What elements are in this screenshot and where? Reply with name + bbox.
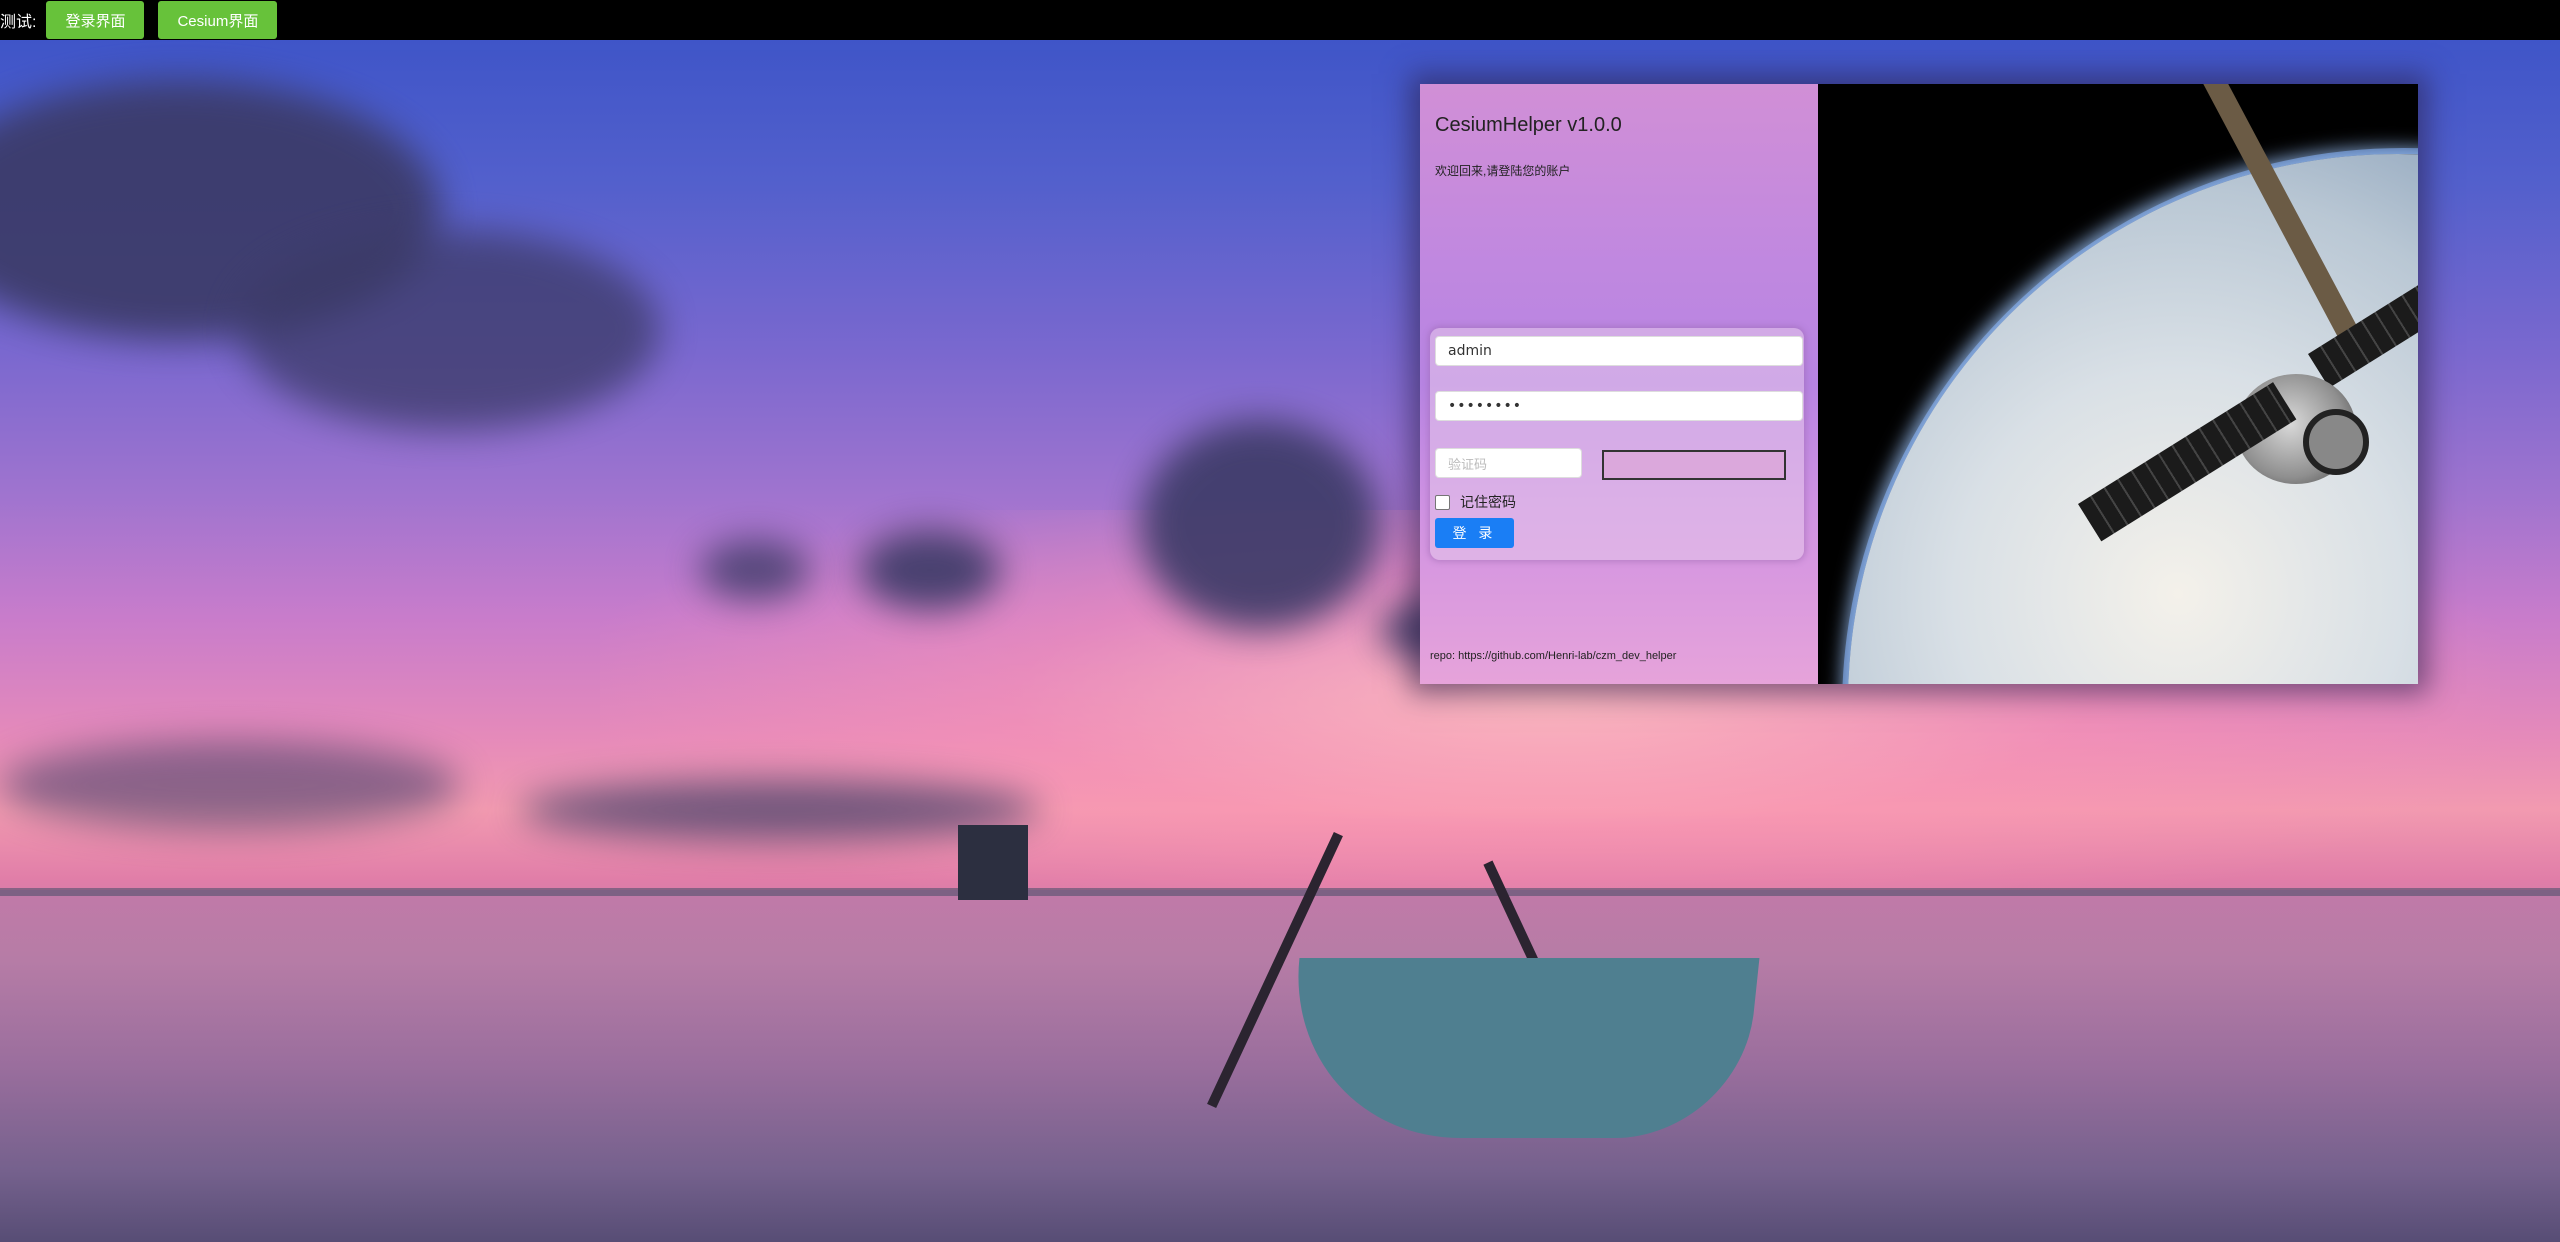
remember-password[interactable]: 记住密码: [1435, 492, 1516, 512]
cloud: [860, 530, 1000, 610]
login-card: CesiumHelper v1.0.0 欢迎回来,请登陆您的账户 admin •…: [1420, 84, 2418, 684]
cloud: [240, 230, 660, 430]
login-form: admin •••••••• 验证码 记住密码 登 录: [1430, 328, 1804, 560]
app-title: CesiumHelper v1.0.0: [1435, 114, 1622, 136]
password-input[interactable]: ••••••••: [1435, 391, 1803, 421]
stilt-hut: [958, 825, 1028, 900]
test-label: 测试:: [0, 14, 37, 31]
cloud: [0, 740, 460, 830]
test-toolbar: 测试: 登录界面 Cesium界面: [0, 0, 2560, 40]
cloud: [1140, 420, 1380, 630]
horizon-line: [0, 888, 2560, 896]
login-panel: CesiumHelper v1.0.0 欢迎回来,请登陆您的账户 admin •…: [1420, 84, 1818, 684]
welcome-text: 欢迎回来,请登陆您的账户: [1435, 164, 1571, 178]
login-button[interactable]: 登 录: [1435, 518, 1514, 548]
docking-port: [2303, 409, 2369, 475]
captcha-input[interactable]: 验证码: [1435, 448, 1582, 478]
cloud: [700, 540, 810, 600]
captcha-image[interactable]: [1602, 450, 1786, 480]
login-page-button[interactable]: 登录界面: [46, 1, 145, 39]
remember-label: 记住密码: [1460, 494, 1516, 510]
cesium-page-button[interactable]: Cesium界面: [158, 1, 278, 39]
water: [0, 890, 2560, 1242]
username-input[interactable]: admin: [1435, 336, 1803, 366]
remember-checkbox[interactable]: [1435, 494, 1450, 510]
repo-link[interactable]: repo: https://github.com/Henri-lab/czm_d…: [1430, 650, 1676, 662]
satellite-image: [1818, 84, 2418, 684]
